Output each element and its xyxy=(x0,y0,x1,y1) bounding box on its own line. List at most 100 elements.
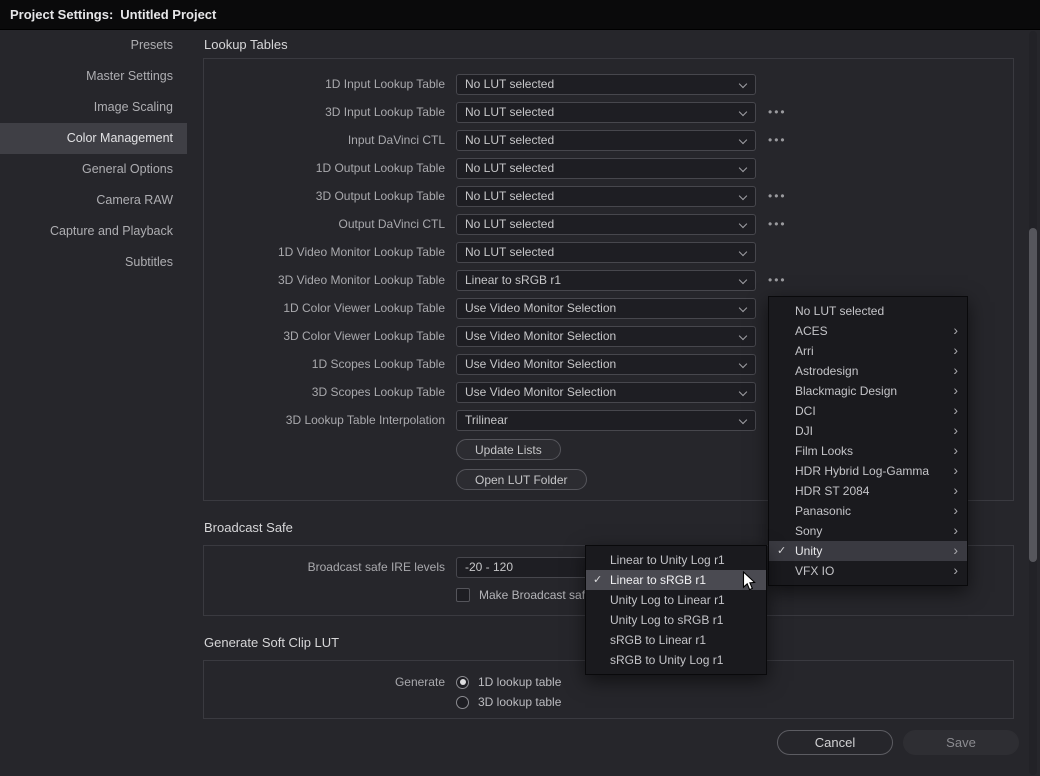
submenu-arrow-icon: › xyxy=(953,421,958,440)
dropdown-value: -20 - 120 xyxy=(465,560,513,574)
3d-scopes-lut-dropdown[interactable]: Use Video Monitor Selection xyxy=(456,382,756,403)
3d-color-viewer-lut-dropdown[interactable]: Use Video Monitor Selection xyxy=(456,326,756,347)
setting-label: 1D Color Viewer Lookup Table xyxy=(204,301,445,315)
output-davinci-ctl-dropdown[interactable]: No LUT selected xyxy=(456,214,756,235)
submenu-item-unity-log-to-linear[interactable]: Unity Log to Linear r1 xyxy=(586,590,766,610)
radio-row-3d: 3D lookup table xyxy=(456,692,561,712)
1d-input-lut-dropdown[interactable]: No LUT selected xyxy=(456,74,756,95)
submenu-item-srgb-to-unity-log[interactable]: sRGB to Unity Log r1 xyxy=(586,650,766,670)
menu-item-film-looks[interactable]: Film Looks› xyxy=(769,441,967,461)
menu-item-hdr-hybrid-log-gamma[interactable]: HDR Hybrid Log-Gamma› xyxy=(769,461,967,481)
menu-item-vfx-io[interactable]: VFX IO› xyxy=(769,561,967,581)
more-options-button[interactable]: ••• xyxy=(768,273,787,287)
open-lut-folder-button[interactable]: Open LUT Folder xyxy=(456,469,587,490)
3d-output-lut-dropdown[interactable]: No LUT selected xyxy=(456,186,756,207)
menu-item-label: Linear to Unity Log r1 xyxy=(610,553,725,567)
setting-row-output-davinci-ctl: Output DaVinci CTL No LUT selected ••• xyxy=(204,210,1013,238)
menu-item-label: Panasonic xyxy=(795,504,851,518)
1d-output-lut-dropdown[interactable]: No LUT selected xyxy=(456,158,756,179)
menu-item-label: VFX IO xyxy=(795,564,834,578)
radio-label: 1D lookup table xyxy=(478,675,561,689)
chevron-down-icon xyxy=(739,135,747,143)
sidebar-item-subtitles[interactable]: Subtitles xyxy=(0,247,187,278)
submenu-arrow-icon: › xyxy=(953,481,958,500)
menu-item-dji[interactable]: DJI› xyxy=(769,421,967,441)
lut-context-menu: No LUT selected ACES› Arri › Astrodesign›… xyxy=(768,296,968,586)
dropdown-value: No LUT selected xyxy=(465,105,554,119)
submenu-item-srgb-to-linear[interactable]: sRGB to Linear r1 xyxy=(586,630,766,650)
sidebar-item-master-settings[interactable]: Master Settings xyxy=(0,61,187,92)
dropdown-value: No LUT selected xyxy=(465,77,554,91)
chevron-down-icon xyxy=(739,275,747,283)
setting-row-3d-video-monitor-lut: 3D Video Monitor Lookup Table Linear to … xyxy=(204,266,1013,294)
submenu-arrow-icon: › xyxy=(953,341,958,360)
project-settings-dialog: Project Settings: Untitled Project Prese… xyxy=(0,0,1040,776)
menu-item-label: Unity xyxy=(795,544,822,558)
menu-item-sony[interactable]: Sony› xyxy=(769,521,967,541)
titlebar: Project Settings: Untitled Project xyxy=(0,0,1040,30)
menu-item-arri[interactable]: Arri › xyxy=(769,341,967,361)
radio-label: 3D lookup table xyxy=(478,695,561,709)
menu-item-hdr-st-2084[interactable]: HDR ST 2084 › xyxy=(769,481,967,501)
input-davinci-ctl-dropdown[interactable]: No LUT selected xyxy=(456,130,756,151)
menu-item-blackmagic-design[interactable]: Blackmagic Design› xyxy=(769,381,967,401)
setting-label: Broadcast safe IRE levels xyxy=(204,560,445,574)
3d-lookup-table-radio[interactable] xyxy=(456,696,469,709)
3d-video-monitor-lut-dropdown[interactable]: Linear to sRGB r1 xyxy=(456,270,756,291)
submenu-arrow-icon: › xyxy=(953,381,958,400)
menu-item-panasonic[interactable]: Panasonic › xyxy=(769,501,967,521)
update-lists-button[interactable]: Update Lists xyxy=(456,439,561,460)
menu-item-label: sRGB to Unity Log r1 xyxy=(610,653,723,667)
make-broadcast-safe-checkbox[interactable] xyxy=(456,588,470,602)
more-options-button[interactable]: ••• xyxy=(768,105,787,119)
cancel-button[interactable]: Cancel xyxy=(777,730,893,755)
submenu-arrow-icon: › xyxy=(953,501,958,520)
setting-label: Output DaVinci CTL xyxy=(204,217,445,231)
menu-item-label: No LUT selected xyxy=(795,304,884,318)
setting-label: Input DaVinci CTL xyxy=(204,133,445,147)
1d-scopes-lut-dropdown[interactable]: Use Video Monitor Selection xyxy=(456,354,756,375)
3d-lut-interpolation-dropdown[interactable]: Trilinear xyxy=(456,410,756,431)
submenu-item-linear-to-unity-log[interactable]: Linear to Unity Log r1 xyxy=(586,550,766,570)
submenu-item-linear-to-srgb[interactable]: ✓Linear to sRGB r1 xyxy=(586,570,766,590)
sidebar-item-presets[interactable]: Presets xyxy=(0,30,187,61)
radio-row-1d: 1D lookup table xyxy=(456,672,561,692)
menu-item-dci[interactable]: DCI› xyxy=(769,401,967,421)
sidebar-item-image-scaling[interactable]: Image Scaling xyxy=(0,92,187,123)
setting-label: 1D Scopes Lookup Table xyxy=(204,357,445,371)
chevron-down-icon xyxy=(739,415,747,423)
setting-label: 3D Video Monitor Lookup Table xyxy=(204,273,445,287)
submenu-item-unity-log-to-srgb[interactable]: Unity Log to sRGB r1 xyxy=(586,610,766,630)
1d-video-monitor-lut-dropdown[interactable]: No LUT selected xyxy=(456,242,756,263)
dropdown-value: No LUT selected xyxy=(465,133,554,147)
more-options-button[interactable]: ••• xyxy=(768,189,787,203)
unity-submenu: Linear to Unity Log r1 ✓Linear to sRGB r… xyxy=(585,545,767,675)
dropdown-value: No LUT selected xyxy=(465,161,554,175)
menu-item-unity[interactable]: ✓ Unity › xyxy=(769,541,967,561)
sidebar-item-color-management[interactable]: Color Management xyxy=(0,123,187,154)
scrollbar-thumb[interactable] xyxy=(1029,228,1037,562)
save-button[interactable]: Save xyxy=(903,730,1019,755)
more-options-button[interactable]: ••• xyxy=(768,133,787,147)
submenu-arrow-icon: › xyxy=(953,541,958,560)
soft-clip-header: Generate Soft Clip LUT xyxy=(204,635,339,650)
1d-color-viewer-lut-dropdown[interactable]: Use Video Monitor Selection xyxy=(456,298,756,319)
sidebar-item-camera-raw[interactable]: Camera RAW xyxy=(0,185,187,216)
sidebar-item-general-options[interactable]: General Options xyxy=(0,154,187,185)
1d-lookup-table-radio[interactable] xyxy=(456,676,469,689)
chevron-down-icon xyxy=(739,387,747,395)
menu-item-aces[interactable]: ACES› xyxy=(769,321,967,341)
menu-item-label: HDR ST 2084 xyxy=(795,484,869,498)
sidebar-item-capture-playback[interactable]: Capture and Playback xyxy=(0,216,187,247)
setting-label: 3D Output Lookup Table xyxy=(204,189,445,203)
setting-row-3d-output-lut: 3D Output Lookup Table No LUT selected •… xyxy=(204,182,1013,210)
check-icon: ✓ xyxy=(777,541,786,561)
setting-row-1d-video-monitor-lut: 1D Video Monitor Lookup Table No LUT sel… xyxy=(204,238,1013,266)
menu-item-no-lut[interactable]: No LUT selected xyxy=(769,301,967,321)
more-options-button[interactable]: ••• xyxy=(768,217,787,231)
chevron-down-icon xyxy=(739,107,747,115)
submenu-arrow-icon: › xyxy=(953,441,958,460)
3d-input-lut-dropdown[interactable]: No LUT selected xyxy=(456,102,756,123)
menu-item-label: Arri xyxy=(795,344,814,358)
menu-item-astrodesign[interactable]: Astrodesign› xyxy=(769,361,967,381)
